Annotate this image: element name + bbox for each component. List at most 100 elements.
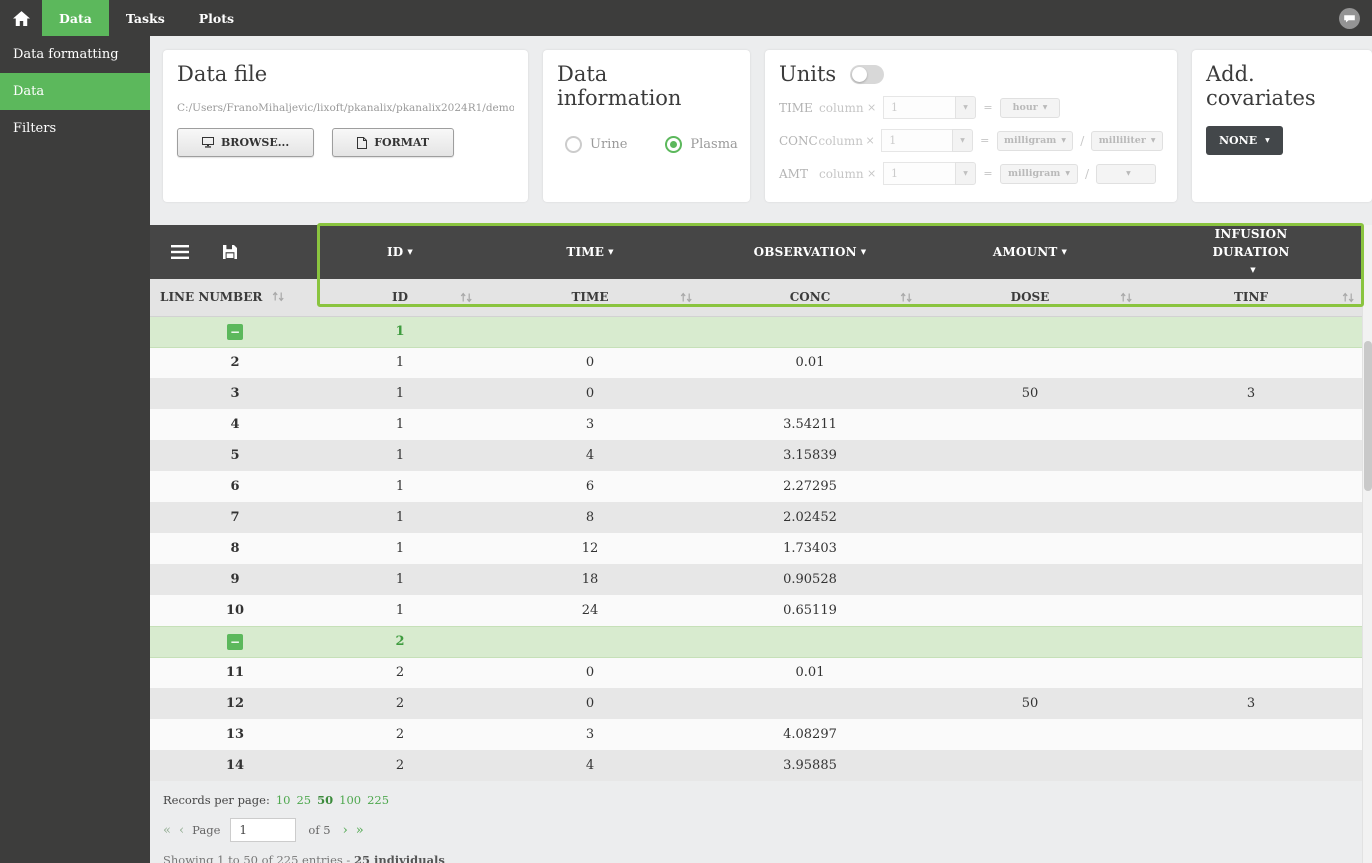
cell-line: 10 [150, 595, 320, 626]
type-dropdown-observation[interactable]: OBSERVATION▼ [700, 225, 920, 279]
feedback-button[interactable] [1339, 8, 1360, 29]
conc-multiplier-input: 1 [881, 129, 952, 152]
cell-line: 7 [150, 502, 320, 533]
urine-radio[interactable]: Urine [565, 136, 627, 153]
table-row: 101240.65119 [150, 595, 1362, 626]
column-header-tinf[interactable]: TINF [1140, 279, 1362, 316]
cell-time: 12 [480, 533, 700, 564]
main-content: Data file C:/Users/FranoMihaljevic/lixof… [150, 36, 1372, 863]
tab-tasks[interactable]: Tasks [109, 0, 182, 36]
cell-time: 3 [480, 409, 700, 440]
multiply-sign: × [867, 167, 883, 180]
unit-select-label: milligram [1008, 168, 1060, 179]
cell-id: 1 [320, 595, 480, 626]
sort-icon[interactable] [272, 291, 285, 302]
page-number-input[interactable] [230, 818, 296, 842]
cell-time: 4 [480, 440, 700, 471]
cell-tinf [1140, 750, 1362, 781]
table-row: 13234.08297 [150, 719, 1362, 750]
next-page-button[interactable]: › [343, 823, 348, 838]
sort-icon[interactable] [1342, 292, 1355, 303]
sort-icon[interactable] [680, 292, 693, 303]
group-row: −2 [150, 626, 1362, 657]
cell-dose [920, 409, 1140, 440]
chat-icon [1339, 8, 1360, 29]
entries-summary: Showing 1 to 50 of 225 entries - 25 indi… [163, 853, 1372, 863]
amt-denominator-select: ▼ [1096, 164, 1156, 184]
sort-icon[interactable] [460, 292, 473, 303]
unit-row-conc: CONC column × 1 ▼ = milligram▼ / millili… [779, 129, 1163, 152]
records-option-50[interactable]: 50 [317, 793, 333, 807]
conc-unit-label: CONC [779, 134, 818, 148]
records-option-25[interactable]: 25 [296, 793, 311, 807]
last-page-button[interactable]: » [356, 823, 364, 838]
cell-line: 13 [150, 719, 320, 750]
conc-denominator-select: milliliter▼ [1091, 131, 1163, 151]
cell-line: 12 [150, 688, 320, 719]
chevron-down-icon: ▼ [407, 247, 413, 256]
units-title: Units [779, 62, 836, 86]
multiplier-dropdown-button: ▼ [955, 96, 976, 119]
table-row: 81121.73403 [150, 533, 1362, 564]
cell-line: 2 [150, 347, 320, 378]
cell-line: 14 [150, 750, 320, 781]
type-dropdown-time[interactable]: TIME▼ [480, 225, 700, 279]
group-row: −1 [150, 316, 1362, 347]
format-button[interactable]: FORMAT [332, 128, 454, 157]
records-option-100[interactable]: 100 [339, 793, 361, 807]
column-header-dose[interactable]: DOSE [920, 279, 1140, 316]
equals-sign: = [973, 134, 997, 147]
sidebar-item-data-formatting[interactable]: Data formatting [0, 36, 150, 73]
top-bar: Data Tasks Plots [0, 0, 1372, 36]
equals-sign: = [976, 167, 1000, 180]
column-header-time[interactable]: TIME [480, 279, 700, 316]
slash-sign: / [1078, 167, 1096, 181]
cell-tinf [1140, 502, 1362, 533]
save-table-button[interactable] [223, 245, 237, 259]
unit-row-amt: AMT column × 1 ▼ = milligram▼ / ▼ [779, 162, 1163, 185]
multiplier-value: 1 [889, 134, 896, 147]
cell-conc: 0.90528 [700, 564, 920, 595]
cell-id: 1 [320, 533, 480, 564]
collapse-group-button[interactable]: − [227, 324, 243, 340]
tab-data[interactable]: Data [42, 0, 109, 36]
column-header-conc[interactable]: CONC [700, 279, 920, 316]
column-header-line-number[interactable]: LINE NUMBER [150, 279, 320, 316]
tab-plots[interactable]: Plots [182, 0, 251, 36]
browse-button[interactable]: BROWSE... [177, 128, 314, 157]
save-icon [223, 245, 237, 259]
column-header-id[interactable]: ID [320, 279, 480, 316]
sort-icon[interactable] [1120, 292, 1133, 303]
home-button[interactable] [0, 0, 42, 36]
cell-group-id: 2 [320, 626, 480, 657]
cell-conc: 2.27295 [700, 471, 920, 502]
sort-icon[interactable] [900, 292, 913, 303]
cell-conc: 0.65119 [700, 595, 920, 626]
time-unit-label: TIME [779, 101, 819, 115]
records-option-10[interactable]: 10 [276, 793, 291, 807]
plasma-radio[interactable]: Plasma [665, 136, 737, 153]
vertical-scrollbar[interactable] [1362, 225, 1372, 863]
column-type-header-row: ID▼ TIME▼ OBSERVATION▼ AMOUNT▼ INFUSION … [150, 225, 1362, 279]
data-information-panel: Data information Urine Plasma [543, 50, 750, 202]
chevron-down-icon: ▼ [1062, 247, 1068, 256]
type-dropdown-id[interactable]: ID▼ [320, 225, 480, 279]
scrollbar-thumb[interactable] [1364, 341, 1372, 491]
radio-selected-icon [665, 136, 682, 153]
table-menu-button[interactable] [171, 245, 189, 259]
first-page-button[interactable]: « [163, 823, 171, 838]
cell-id: 2 [320, 750, 480, 781]
prev-page-button[interactable]: ‹ [179, 823, 184, 838]
cell-dose [920, 719, 1140, 750]
column-header-label: ID [392, 290, 408, 304]
type-dropdown-amount[interactable]: AMOUNT▼ [920, 225, 1140, 279]
records-option-225[interactable]: 225 [367, 793, 389, 807]
sidebar-item-filters[interactable]: Filters [0, 110, 150, 147]
collapse-group-button[interactable]: − [227, 634, 243, 650]
page-label: Page [192, 823, 220, 837]
covariates-none-dropdown[interactable]: NONE▼ [1206, 126, 1283, 155]
type-dropdown-infusion-duration[interactable]: INFUSION DURATION ▼ [1140, 225, 1362, 279]
sidebar-item-data[interactable]: Data [0, 73, 150, 110]
units-toggle[interactable] [850, 65, 884, 84]
table-row: 91180.90528 [150, 564, 1362, 595]
